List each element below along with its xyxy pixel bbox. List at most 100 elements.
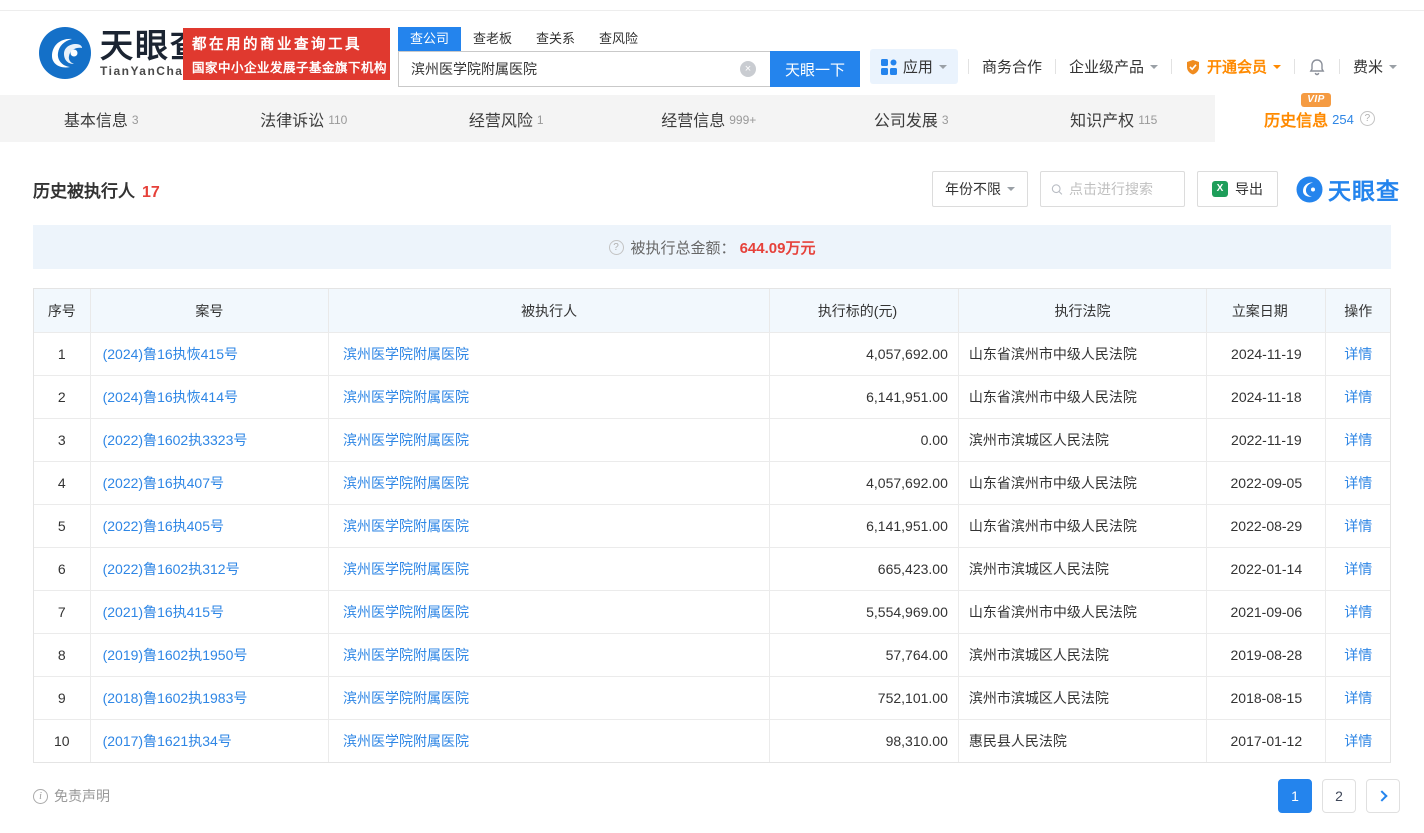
header-nav: 应用 商务合作 企业级产品 开通会员 <box>870 49 1410 84</box>
cell-index: 7 <box>34 591 91 633</box>
table-row: 7 (2021)鲁16执415号 滨州医学院附属医院 5,554,969.00 … <box>34 590 1390 633</box>
cell-court: 山东省滨州市中级人民法院 <box>959 462 1207 504</box>
detail-link[interactable]: 详情 <box>1344 602 1372 622</box>
search-tab-boss[interactable]: 查老板 <box>461 27 524 51</box>
tianyancha-watermark-icon <box>1296 176 1323 203</box>
detail-link[interactable]: 详情 <box>1344 645 1372 665</box>
executed-person-link[interactable]: 滨州医学院附属医院 <box>343 344 469 364</box>
section-title: 历史被执行人 <box>33 177 135 202</box>
page-button-1[interactable]: 1 <box>1278 779 1312 813</box>
table-row: 10 (2017)鲁1621执34号 滨州医学院附属医院 98,310.00 惠… <box>34 719 1390 762</box>
detail-link[interactable]: 详情 <box>1344 688 1372 708</box>
executed-persons-table: 序号 案号 被执行人 执行标的(元) 执行法院 立案日期 操作 1 (2024)… <box>33 288 1391 763</box>
tab-business-info[interactable]: 经营信息 999+ ? <box>608 95 811 142</box>
next-page-button[interactable] <box>1366 779 1400 813</box>
header-case-number: 案号 <box>91 289 329 332</box>
notification-bell[interactable] <box>1295 58 1339 76</box>
detail-link[interactable]: 详情 <box>1344 731 1372 751</box>
tab-intellectual-property[interactable]: 知识产权 115 ? <box>1013 95 1216 142</box>
search-tab-company[interactable]: 查公司 <box>398 27 461 51</box>
footer-row: i 免责声明 12 <box>33 779 1400 833</box>
sort-amount-icon[interactable] <box>902 302 910 320</box>
cell-court: 山东省滨州市中级人民法院 <box>959 333 1207 375</box>
apps-menu[interactable]: 应用 <box>870 49 958 84</box>
search-tab-risk[interactable]: 查风险 <box>587 27 650 51</box>
detail-link[interactable]: 详情 <box>1344 559 1372 579</box>
bell-icon <box>1308 58 1326 76</box>
excel-icon: X <box>1212 181 1228 197</box>
executed-person-link[interactable]: 滨州医学院附属医院 <box>343 602 469 622</box>
executed-person-link[interactable]: 滨州医学院附属医院 <box>343 516 469 536</box>
search-submit-button[interactable]: 天眼一下 <box>770 51 860 87</box>
chevron-down-icon <box>1273 65 1281 73</box>
case-number-link[interactable]: (2018)鲁1602执1983号 <box>103 688 248 708</box>
case-number-link[interactable]: (2022)鲁16执407号 <box>103 473 224 493</box>
page-button-2[interactable]: 2 <box>1322 779 1356 813</box>
case-number-link[interactable]: (2022)鲁1602执3323号 <box>103 430 248 450</box>
export-button[interactable]: X 导出 <box>1197 171 1278 207</box>
cell-index: 1 <box>34 333 91 375</box>
case-number-link[interactable]: (2021)鲁16执415号 <box>103 602 224 622</box>
executed-person-link[interactable]: 滨州医学院附属医院 <box>343 559 469 579</box>
business-cooperation-link[interactable]: 商务合作 <box>969 56 1055 77</box>
disclaimer-link[interactable]: i 免责声明 <box>33 786 110 806</box>
chevron-down-icon <box>1150 65 1158 73</box>
username-menu[interactable]: 费米 <box>1340 56 1410 77</box>
cell-amount: 665,423.00 <box>770 548 959 590</box>
executed-person-link[interactable]: 滨州医学院附属医院 <box>343 645 469 665</box>
tab-count: 110 <box>328 113 347 127</box>
detail-link[interactable]: 详情 <box>1344 473 1372 493</box>
summary-label: 被执行总金额： <box>631 237 736 258</box>
executed-person-link[interactable]: 滨州医学院附属医院 <box>343 688 469 708</box>
chevron-right-icon <box>1376 790 1387 801</box>
tab-basic-info[interactable]: 基本信息 3 ? <box>0 95 203 142</box>
disclaimer-label: 免责声明 <box>54 786 110 806</box>
case-number-link[interactable]: (2019)鲁1602执1950号 <box>103 645 248 665</box>
cell-index: 5 <box>34 505 91 547</box>
search-tab-relation[interactable]: 查关系 <box>524 27 587 51</box>
detail-link[interactable]: 详情 <box>1344 344 1372 364</box>
executed-person-link[interactable]: 滨州医学院附属医院 <box>343 731 469 751</box>
table-row: 6 (2022)鲁1602执312号 滨州医学院附属医院 665,423.00 … <box>34 547 1390 590</box>
table-row: 3 (2022)鲁1602执3323号 滨州医学院附属医院 0.00 滨州市滨城… <box>34 418 1390 461</box>
year-filter-dropdown[interactable]: 年份不限 <box>932 171 1028 207</box>
enterprise-products-menu[interactable]: 企业级产品 <box>1056 56 1171 77</box>
tab-company-development[interactable]: 公司发展 3 ? <box>810 95 1013 142</box>
slogan-line1: 都在用的商业查询工具 <box>192 33 381 54</box>
cell-court: 滨州市滨城区人民法院 <box>959 419 1207 461</box>
tab-history-info[interactable]: VIP 历史信息 254 ? <box>1215 95 1424 142</box>
tab-business-risk[interactable]: 经营风险 1 ? <box>405 95 608 142</box>
company-search-input[interactable] <box>398 51 770 87</box>
table-search-input[interactable] <box>1069 181 1174 197</box>
cell-date: 2022-09-05 <box>1207 462 1326 504</box>
case-number-link[interactable]: (2024)鲁16执恢414号 <box>103 387 238 407</box>
case-number-link[interactable]: (2024)鲁16执恢415号 <box>103 344 238 364</box>
tab-legal-proceedings[interactable]: 法律诉讼 110 ? <box>203 95 406 142</box>
cell-amount: 0.00 <box>770 419 959 461</box>
cell-court: 山东省滨州市中级人民法院 <box>959 376 1207 418</box>
detail-link[interactable]: 详情 <box>1344 516 1372 536</box>
watermark-label: 天眼查 <box>1328 172 1400 206</box>
header-amount: 执行标的(元) <box>818 301 897 321</box>
help-icon[interactable]: ? <box>609 240 624 255</box>
detail-link[interactable]: 详情 <box>1344 430 1372 450</box>
vip-badge: VIP <box>1301 93 1331 107</box>
executed-person-link[interactable]: 滨州医学院附属医院 <box>343 387 469 407</box>
cell-amount: 98,310.00 <box>770 720 959 762</box>
case-number-link[interactable]: (2017)鲁1621执34号 <box>103 731 232 751</box>
executed-person-link[interactable]: 滨州医学院附属医院 <box>343 430 469 450</box>
case-number-link[interactable]: (2022)鲁16执405号 <box>103 516 224 536</box>
detail-link[interactable]: 详情 <box>1344 387 1372 407</box>
vip-membership-menu[interactable]: 开通会员 <box>1172 56 1294 77</box>
case-number-link[interactable]: (2022)鲁1602执312号 <box>103 559 240 579</box>
tab-label: 经营风险 <box>469 107 533 131</box>
executed-person-link[interactable]: 滨州医学院附属医院 <box>343 473 469 493</box>
apps-grid-icon <box>881 59 897 75</box>
sort-date-icon[interactable] <box>1293 302 1301 320</box>
table-search-box[interactable] <box>1040 171 1185 207</box>
clear-search-icon[interactable]: × <box>740 61 756 77</box>
tab-label: 知识产权 <box>1070 107 1134 131</box>
help-icon[interactable]: ? <box>1360 111 1375 126</box>
pagination: 12 <box>1278 779 1400 813</box>
cell-index: 8 <box>34 634 91 676</box>
